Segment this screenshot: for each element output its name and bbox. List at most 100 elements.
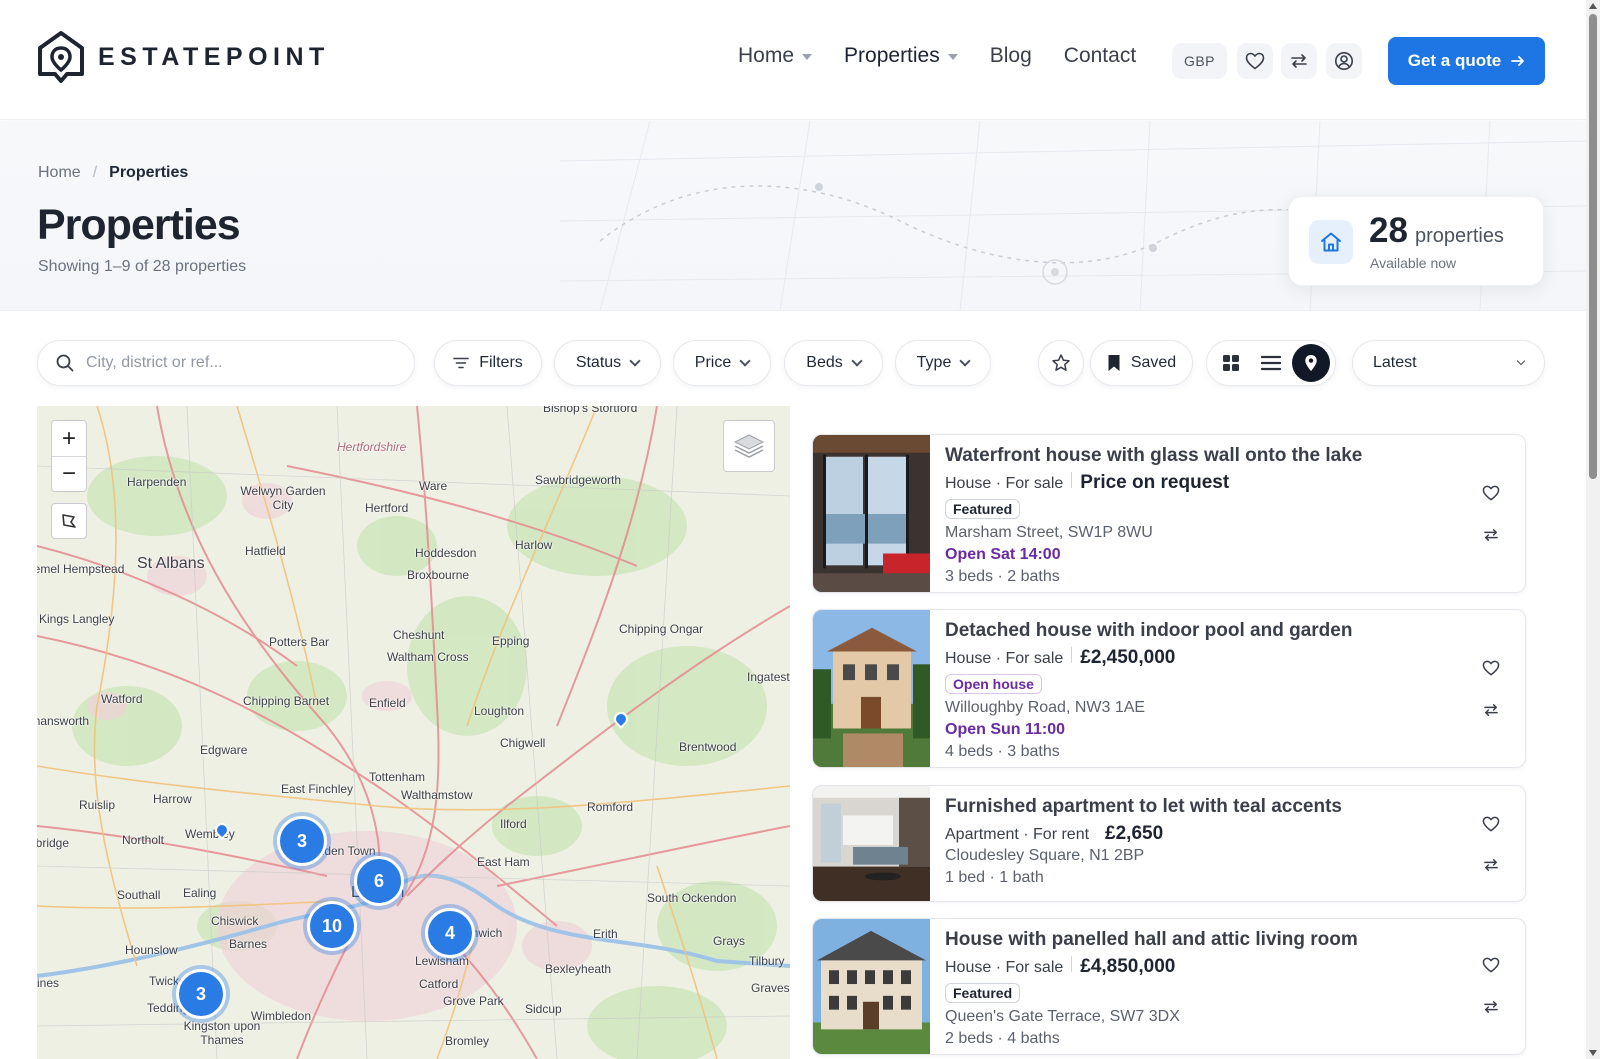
filters-button[interactable]: Filters (434, 340, 542, 386)
map-label: Grove Park (443, 994, 504, 1008)
save-search-button[interactable] (1038, 340, 1084, 386)
chevron-down-icon (959, 355, 972, 367)
map-label: Welwyn Garden City (240, 484, 326, 512)
marker-cluster[interactable]: 6 (354, 856, 404, 906)
map-label: Ealing (183, 886, 217, 900)
card-body: Waterfront house with glass wall onto th… (945, 445, 1455, 586)
property-title[interactable]: Detached house with indoor pool and gard… (945, 620, 1455, 642)
property-meta: Apartment · For rent £2,650 (945, 823, 1455, 845)
page-title: Properties (37, 201, 241, 249)
zoom-in-button[interactable]: + (52, 421, 86, 456)
nav-contact[interactable]: Contact (1064, 44, 1136, 68)
marker-cluster[interactable]: 4 (425, 908, 475, 958)
map-label: South Ockendon (647, 891, 737, 905)
chevron-down-icon (739, 355, 751, 367)
scrollbar-thumb[interactable] (1589, 14, 1597, 479)
property-meta: House · For sale £2,450,000 (945, 647, 1455, 669)
map-label: Hatfield (245, 544, 286, 558)
get-quote-button[interactable]: Get a quote (1388, 37, 1545, 85)
chevron-down-icon (629, 355, 641, 367)
compare-button[interactable] (1281, 43, 1317, 79)
nav-blog[interactable]: Blog (990, 44, 1032, 68)
compare-button[interactable] (1479, 523, 1503, 547)
price-dropdown[interactable]: Price (673, 340, 771, 386)
map-label: Catford (419, 977, 459, 991)
favorites-button[interactable] (1237, 43, 1273, 79)
property-card[interactable]: Furnished apartment to let with teal acc… (812, 785, 1526, 902)
breadcrumb-home-link[interactable]: Home (38, 164, 81, 182)
caret-down-icon (802, 54, 813, 60)
compare-button[interactable] (1479, 995, 1503, 1019)
map-label: Sidcup (525, 1002, 562, 1016)
property-card[interactable]: Detached house with indoor pool and gard… (812, 609, 1526, 768)
heart-icon (1482, 485, 1500, 501)
search-input[interactable] (86, 354, 386, 372)
marker-cluster[interactable]: 3 (277, 816, 327, 866)
grid-icon (1223, 355, 1239, 371)
search-icon (56, 354, 74, 372)
property-price: £2,650 (1105, 823, 1164, 844)
compare-button[interactable] (1479, 698, 1503, 722)
map-label: Harpenden (127, 475, 187, 489)
status-dropdown[interactable]: Status (554, 340, 661, 386)
map-label: Edgware (200, 743, 248, 757)
featured-badge: Featured (945, 983, 1021, 1003)
map-label: Tottenham (369, 770, 426, 784)
marker-cluster[interactable]: 3 (176, 969, 226, 1019)
type-dropdown[interactable]: Type (895, 340, 991, 386)
list-view-button[interactable] (1252, 344, 1290, 382)
map-label: Ingatestone (747, 670, 790, 684)
map-label: Harlow (515, 538, 553, 552)
map-label: Rickmansworth (37, 714, 90, 728)
map-label: Barnes (229, 937, 268, 951)
stat-subtitle: Available now (1370, 255, 1457, 271)
property-title[interactable]: Furnished apartment to let with teal acc… (945, 796, 1455, 818)
property-title[interactable]: Waterfront house with glass wall onto th… (945, 445, 1455, 467)
favorite-button[interactable] (1479, 812, 1503, 836)
account-button[interactable] (1326, 43, 1362, 79)
stat-word: properties (1415, 225, 1504, 247)
property-title[interactable]: House with panelled hall and attic livin… (945, 929, 1455, 951)
nav-properties-label: Properties (844, 44, 940, 67)
map-label: Hounslow (125, 943, 178, 957)
zoom-out-button[interactable]: − (52, 456, 86, 491)
saved-label: Saved (1130, 354, 1177, 371)
meta-divider (1071, 956, 1073, 972)
map-label: Watford (101, 692, 143, 706)
map-layers-button[interactable] (723, 420, 775, 472)
marker-cluster[interactable]: 10 (307, 901, 357, 951)
beds-dropdown[interactable]: Beds (784, 340, 883, 386)
grid-view-button[interactable] (1212, 344, 1250, 382)
property-price: £4,850,000 (1080, 956, 1176, 977)
nav-properties[interactable]: Properties (844, 44, 958, 68)
breadcrumb: Home / Properties (38, 164, 188, 182)
arrow-right-icon (1511, 56, 1525, 66)
list-icon (1261, 355, 1281, 371)
property-card[interactable]: Waterfront house with glass wall onto th… (812, 434, 1526, 593)
page-scrollbar[interactable] (1586, 0, 1600, 1059)
nav-home[interactable]: Home (738, 44, 813, 68)
property-card[interactable]: House with panelled hall and attic livin… (812, 918, 1526, 1055)
zoom-controls: + − (51, 420, 87, 492)
draw-area-button[interactable] (51, 503, 87, 539)
saved-searches-button[interactable]: Saved (1090, 340, 1193, 386)
scroll-up-arrow-icon[interactable] (1589, 3, 1597, 9)
favorite-button[interactable] (1479, 481, 1503, 505)
heart-icon (1482, 816, 1500, 832)
map-label: Enfield (369, 696, 406, 710)
type-label: Type (916, 354, 952, 371)
brand-logo[interactable]: ESTATEPOINT (36, 30, 330, 84)
scroll-down-arrow-icon[interactable] (1589, 1050, 1597, 1056)
map-label: East Finchley (281, 782, 354, 796)
property-map[interactable]: Bishop's Stortford Hertfordshire Harpend… (37, 406, 790, 1059)
map-view-button[interactable] (1292, 344, 1330, 382)
currency-selector[interactable]: GBP (1172, 43, 1227, 79)
sort-dropdown[interactable]: Latest (1352, 340, 1545, 386)
property-meta: House · For sale Price on request (945, 472, 1455, 494)
compare-button[interactable] (1479, 853, 1503, 877)
favorite-button[interactable] (1479, 656, 1503, 680)
property-address: Willoughby Road, NW3 1AE (945, 699, 1146, 716)
favorite-button[interactable] (1479, 953, 1503, 977)
property-photo (813, 919, 930, 1054)
map-label: Kings Langley (39, 612, 115, 626)
